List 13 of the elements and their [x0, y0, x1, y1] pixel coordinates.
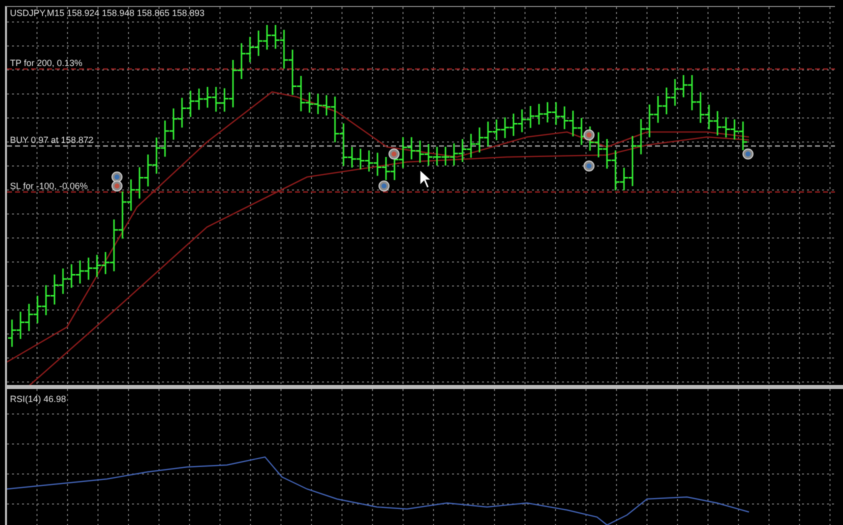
price-level-label: BUY 0.97 at 158.872: [10, 135, 94, 145]
trade-marker-icon: [742, 148, 754, 160]
trade-marker-icon: [584, 160, 594, 172]
trade-marker-icon: [112, 172, 122, 182]
chart-header: USDJPY,M15 158.924 158.948 158.865 158.893: [10, 8, 204, 18]
trade-marker-icon: [378, 180, 390, 192]
price-level-label: SL for -100, -0.06%: [10, 181, 88, 191]
trade-marker-icon: [112, 180, 122, 192]
price-level-label: TP for 200, 0.13%: [10, 58, 82, 68]
mouse-cursor-icon: [420, 169, 432, 188]
trade-marker-icon: [584, 130, 594, 140]
indicator-label: RSI(14) 46.98: [10, 394, 66, 404]
trade-marker-icon: [388, 148, 400, 160]
